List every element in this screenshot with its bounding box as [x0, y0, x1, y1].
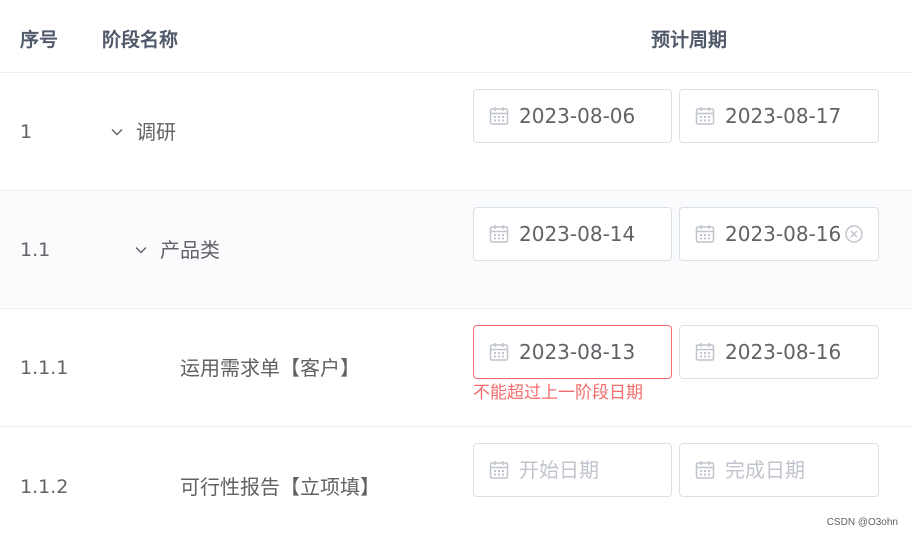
circle-close-icon[interactable]	[844, 224, 864, 244]
end-date-placeholder: 完成日期	[725, 458, 805, 482]
calendar-icon	[489, 106, 509, 126]
calendar-icon	[489, 342, 509, 362]
end-date-value: 2023-08-17	[725, 104, 842, 128]
row-index: 1.1.1	[20, 357, 69, 379]
table-row: 1.1.2 可行性报告【立项填】 开始日期 完成日期	[0, 427, 913, 545]
table-row: 1 调研 2023-08-06 2023-08-17	[0, 73, 913, 191]
chevron-down-icon[interactable]	[110, 125, 124, 139]
calendar-icon	[695, 106, 715, 126]
start-date-value: 2023-08-13	[519, 340, 636, 364]
chevron-down-icon[interactable]	[134, 243, 148, 257]
header-index: 序号	[20, 29, 59, 51]
header-period: 预计周期	[651, 29, 728, 51]
watermark: CSDN @O3ohn	[826, 517, 898, 528]
table-row: 1.1.1 运用需求单【客户】 2023-08-13 2023-08-16 不能…	[0, 309, 913, 427]
start-date-picker[interactable]: 开始日期	[473, 443, 672, 497]
row-index: 1	[20, 121, 33, 143]
start-date-placeholder: 开始日期	[519, 458, 599, 482]
end-date-picker[interactable]: 2023-08-16	[679, 207, 879, 261]
calendar-icon	[695, 224, 715, 244]
row-stage-name: 运用需求单【客户】	[180, 356, 360, 380]
end-date-picker[interactable]: 2023-08-16	[679, 325, 879, 379]
table-row: 1.1 产品类 2023-08-14 2023-08-16	[0, 191, 913, 309]
end-date-picker[interactable]: 2023-08-17	[679, 89, 879, 143]
calendar-icon	[695, 342, 715, 362]
end-date-value: 2023-08-16	[725, 222, 842, 246]
end-date-picker[interactable]: 完成日期	[679, 443, 879, 497]
start-date-picker[interactable]: 2023-08-06	[473, 89, 672, 143]
start-date-picker[interactable]: 2023-08-13	[473, 325, 672, 379]
row-stage-name: 可行性报告【立项填】	[180, 475, 380, 499]
table-header: 序号 阶段名称 预计周期	[0, 0, 913, 73]
row-stage-name: 产品类	[160, 238, 220, 262]
validation-error-message: 不能超过上一阶段日期	[473, 383, 643, 403]
start-date-picker[interactable]: 2023-08-14	[473, 207, 672, 261]
row-stage-name: 调研	[136, 120, 176, 144]
calendar-icon	[695, 460, 715, 480]
start-date-value: 2023-08-14	[519, 222, 636, 246]
start-date-value: 2023-08-06	[519, 104, 636, 128]
calendar-icon	[489, 224, 509, 244]
row-index: 1.1.2	[20, 476, 69, 498]
row-index: 1.1	[20, 239, 51, 261]
end-date-value: 2023-08-16	[725, 340, 842, 364]
calendar-icon	[489, 460, 509, 480]
header-stage-name: 阶段名称	[102, 29, 179, 51]
